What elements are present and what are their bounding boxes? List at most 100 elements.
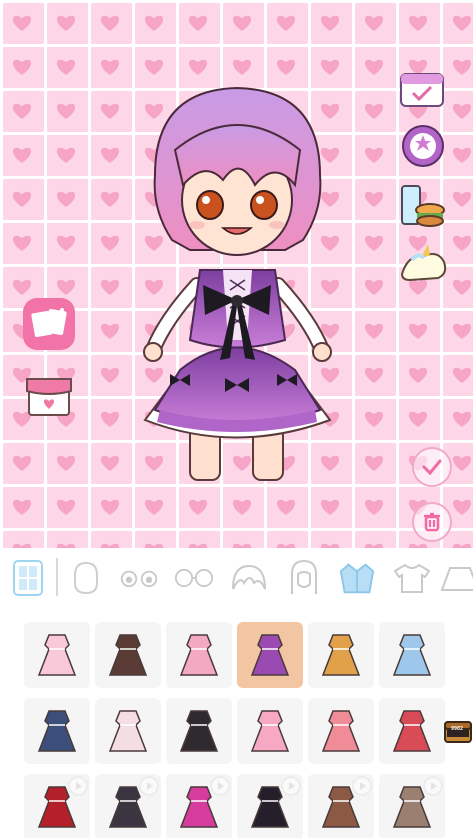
outfit-tile-pink-puff-sweater[interactable] xyxy=(166,622,232,688)
jacket-icon[interactable] xyxy=(337,556,377,600)
heart-pattern-icon xyxy=(56,147,76,163)
video-ad-play-icon xyxy=(281,776,301,796)
heart-pattern-icon xyxy=(452,279,472,295)
navy-cape-dress-icon xyxy=(37,710,77,752)
unicorn-icon[interactable] xyxy=(398,244,450,284)
eyes-icon[interactable] xyxy=(119,556,159,600)
heart-pattern-icon xyxy=(232,499,252,515)
photo-album-icon[interactable] xyxy=(23,298,75,350)
outfit-tile-pink-bow-top[interactable] xyxy=(24,622,90,688)
confirm-check-icon[interactable] xyxy=(412,447,452,487)
heart-pattern-icon xyxy=(452,455,472,471)
heart-pattern-icon xyxy=(364,411,384,427)
heart-pattern-icon xyxy=(364,103,384,119)
heart-pattern-icon xyxy=(100,59,120,75)
delete-trash-icon[interactable] xyxy=(412,502,452,542)
heart-pattern-icon xyxy=(452,367,472,383)
heart-pattern-icon xyxy=(364,59,384,75)
heart-pattern-icon xyxy=(452,59,472,75)
shop-icon[interactable] xyxy=(23,373,75,419)
food-drink-icon[interactable] xyxy=(398,180,446,230)
heart-pattern-icon xyxy=(56,455,76,471)
blue-sailor-dress-icon xyxy=(392,634,432,676)
heart-pattern-icon xyxy=(408,15,428,31)
heart-pattern-icon xyxy=(364,147,384,163)
treasure-chest-icon[interactable]: 9982 xyxy=(443,716,473,744)
shirt-icon[interactable] xyxy=(392,556,432,600)
heart-pattern-icon xyxy=(144,59,164,75)
white-lace-dress-icon xyxy=(108,710,148,752)
heart-pattern-icon xyxy=(232,59,252,75)
black-maid-dress-icon xyxy=(179,710,219,752)
heart-pattern-icon xyxy=(100,191,120,207)
outfit-tile-brown-striped-coat[interactable] xyxy=(308,774,374,838)
heart-pattern-icon xyxy=(320,15,340,31)
bangs-hair-icon[interactable] xyxy=(229,556,269,600)
horoscope-star-icon[interactable] xyxy=(399,124,447,168)
heart-pattern-icon xyxy=(56,59,76,75)
heart-pattern-icon xyxy=(320,59,340,75)
outfit-tile-coral-long-dress[interactable] xyxy=(308,698,374,764)
heart-pattern-icon xyxy=(56,103,76,119)
heart-pattern-icon xyxy=(12,15,32,31)
red-polka-dress-icon xyxy=(392,710,432,752)
coral-long-dress-icon xyxy=(321,710,361,752)
dressup-stage xyxy=(0,0,473,548)
skirt-icon[interactable] xyxy=(440,556,473,600)
outfit-tile-white-lace-dress[interactable] xyxy=(95,698,161,764)
glasses-icon[interactable] xyxy=(174,556,214,600)
heart-pattern-icon xyxy=(100,499,120,515)
video-ad-play-icon xyxy=(423,776,443,796)
heart-pattern-icon xyxy=(452,147,472,163)
heart-pattern-icon xyxy=(232,15,252,31)
outfit-tile-black-white-frill-dress[interactable] xyxy=(95,774,161,838)
heart-pattern-icon xyxy=(452,191,472,207)
pink-puff-sweater-icon xyxy=(179,634,219,676)
long-hair-icon[interactable] xyxy=(284,556,324,600)
outfit-tile-red-polka-dress[interactable] xyxy=(379,698,445,764)
heart-pattern-icon xyxy=(56,235,76,251)
outfit-tile-black-gothic-dress[interactable] xyxy=(237,774,303,838)
heart-pattern-icon xyxy=(12,499,32,515)
heart-pattern-icon xyxy=(276,499,296,515)
outfit-tile-blue-sailor-dress[interactable] xyxy=(379,622,445,688)
heart-pattern-icon xyxy=(364,191,384,207)
heart-pattern-icon xyxy=(452,499,472,515)
heart-pattern-icon xyxy=(364,367,384,383)
heart-pattern-icon xyxy=(100,367,120,383)
heart-pattern-icon xyxy=(100,411,120,427)
outfit-tile-orange-gingham-dress[interactable] xyxy=(308,622,374,688)
heart-pattern-icon xyxy=(364,455,384,471)
heart-pattern-icon xyxy=(320,499,340,515)
face-shape-icon[interactable] xyxy=(66,556,106,600)
calendar-icon[interactable] xyxy=(399,70,445,108)
outfit-grid xyxy=(0,608,473,838)
heart-pattern-icon xyxy=(364,235,384,251)
heart-pattern-icon xyxy=(56,499,76,515)
heart-pattern-icon xyxy=(364,15,384,31)
video-ad-play-icon xyxy=(352,776,372,796)
chibi-character[interactable] xyxy=(135,80,340,490)
outfit-tile-black-maid-dress[interactable] xyxy=(166,698,232,764)
chest-label: 9982 xyxy=(450,726,464,732)
heart-pattern-icon xyxy=(364,323,384,339)
heart-pattern-icon xyxy=(12,147,32,163)
outfit-tile-purple-lolita-dress[interactable] xyxy=(237,622,303,688)
heart-pattern-icon xyxy=(12,103,32,119)
outfit-tile-black-ruffle-top[interactable] xyxy=(95,622,161,688)
outfit-tile-navy-cape-dress[interactable] xyxy=(24,698,90,764)
heart-pattern-icon xyxy=(100,147,120,163)
outfit-tile-red-ballgown[interactable] xyxy=(24,774,90,838)
purple-lolita-dress-icon xyxy=(250,634,290,676)
heart-pattern-icon xyxy=(452,103,472,119)
outfit-tile-brown-tan-vest[interactable] xyxy=(379,774,445,838)
heart-pattern-icon xyxy=(408,367,428,383)
heart-pattern-icon xyxy=(452,15,472,31)
preset-grid-icon[interactable] xyxy=(8,556,48,600)
outfit-tile-magenta-tutu-dress[interactable] xyxy=(166,774,232,838)
heart-pattern-icon xyxy=(364,499,384,515)
heart-pattern-icon xyxy=(100,455,120,471)
video-ad-play-icon xyxy=(68,776,88,796)
heart-pattern-icon xyxy=(12,455,32,471)
outfit-tile-pink-princess-dress[interactable] xyxy=(237,698,303,764)
